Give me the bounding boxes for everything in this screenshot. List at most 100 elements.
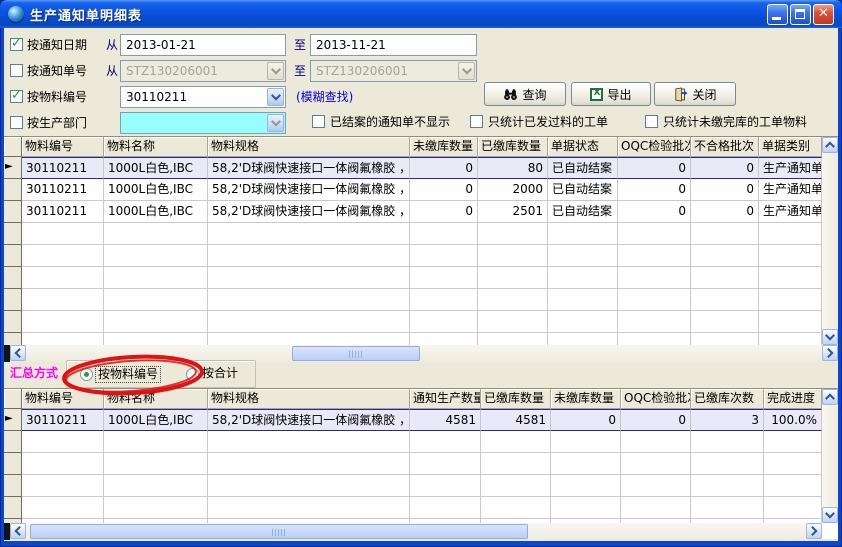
- table-row[interactable]: ►301102111000L白色,IBC58,2'D球阀快速接口一体阀氟橡胶 ，…: [4, 409, 822, 431]
- table-cell[interactable]: 生产通知单: [759, 201, 822, 223]
- empty-cell: [22, 289, 104, 311]
- table-cell[interactable]: 0: [691, 157, 759, 179]
- title-bar[interactable]: 生产通知单明细表: [0, 0, 842, 28]
- table-cell[interactable]: 2000: [478, 179, 548, 201]
- table-cell[interactable]: 0: [410, 201, 478, 223]
- column-header[interactable]: 已缴库数量: [481, 389, 551, 409]
- column-header[interactable]: 已缴库次数: [691, 389, 764, 409]
- table-cell[interactable]: 1000L白色,IBC: [104, 179, 208, 201]
- column-header[interactable]: 物料规格: [208, 137, 410, 157]
- column-header[interactable]: OQC检验批次: [621, 389, 691, 409]
- column-header[interactable]: 物料编号: [22, 137, 104, 157]
- by-material-checkbox[interactable]: [10, 90, 23, 103]
- column-header[interactable]: 完成进度: [764, 389, 822, 409]
- by-number-checkbox[interactable]: [10, 64, 23, 77]
- table-cell[interactable]: 0: [691, 179, 759, 201]
- column-header[interactable]: 物料规格: [208, 389, 410, 409]
- by-material-radio[interactable]: [80, 368, 93, 381]
- export-button[interactable]: 导出: [571, 82, 651, 106]
- scroll-right-button[interactable]: [822, 345, 838, 361]
- table-cell[interactable]: 30110211: [22, 157, 104, 179]
- table-cell[interactable]: 30110211: [22, 409, 104, 431]
- table-cell[interactable]: 3: [691, 409, 764, 431]
- column-header[interactable]: 物料编号: [22, 389, 104, 409]
- by-total-radio[interactable]: [186, 368, 199, 381]
- only-unfinished-checkbox[interactable]: [645, 115, 658, 128]
- close-button[interactable]: [813, 4, 834, 25]
- column-header[interactable]: 单据状态: [548, 137, 618, 157]
- table-row[interactable]: ►301102111000L白色,IBC58,2'D球阀快速接口一体阀氟橡胶 ，…: [4, 157, 822, 179]
- table-cell[interactable]: 30110211: [22, 201, 104, 223]
- maximize-button[interactable]: [790, 4, 811, 25]
- material-combo[interactable]: 30110211: [120, 86, 286, 108]
- table-cell[interactable]: 0: [410, 179, 478, 201]
- minimize-button[interactable]: [767, 4, 788, 25]
- table-cell[interactable]: 100.0%: [764, 409, 822, 431]
- hscroll-thumb[interactable]: [292, 346, 420, 361]
- table-cell[interactable]: 80: [478, 157, 548, 179]
- table-cell[interactable]: 0: [691, 201, 759, 223]
- column-header[interactable]: OQC检验批次: [618, 137, 691, 157]
- detail-vscrollbar[interactable]: [822, 137, 838, 345]
- table-cell[interactable]: 0: [551, 409, 621, 431]
- table-cell[interactable]: 1000L白色,IBC: [104, 201, 208, 223]
- department-combo[interactable]: [120, 112, 286, 134]
- table-cell[interactable]: 生产通知单: [759, 157, 822, 179]
- scroll-left-button[interactable]: [10, 345, 26, 361]
- column-header[interactable]: 不合格批次: [691, 137, 759, 157]
- scroll-up-button[interactable]: [822, 137, 838, 153]
- hide-closed-checkbox[interactable]: [312, 115, 325, 128]
- table-cell[interactable]: 1000L白色,IBC: [104, 409, 208, 431]
- date-from-input[interactable]: [120, 34, 286, 56]
- table-cell[interactable]: 58,2'D球阀快速接口一体阀氟橡胶 ，D: [208, 179, 410, 201]
- table-row[interactable]: 301102111000L白色,IBC58,2'D球阀快速接口一体阀氟橡胶 ，D…: [4, 201, 822, 223]
- hscroll-thumb[interactable]: [30, 524, 528, 539]
- column-header[interactable]: 物料名称: [104, 137, 208, 157]
- table-cell[interactable]: 58,2'D球阀快速接口一体阀氟橡胶 ，D: [208, 201, 410, 223]
- column-header[interactable]: 通知生产数量: [410, 389, 481, 409]
- table-cell[interactable]: 58,2'D球阀快速接口一体阀氟橡胶 ，D: [208, 157, 410, 179]
- by-total-radio-label[interactable]: 按合计: [202, 366, 238, 381]
- table-cell[interactable]: 1000L白色,IBC: [104, 157, 208, 179]
- export-button-label: 导出: [607, 86, 631, 103]
- table-cell[interactable]: 4581: [410, 409, 481, 431]
- close-window-button[interactable]: 关闭: [654, 82, 736, 106]
- table-row[interactable]: 301102111000L白色,IBC58,2'D球阀快速接口一体阀氟橡胶 ，D…: [4, 179, 822, 201]
- by-date-checkbox[interactable]: [10, 38, 23, 51]
- empty-cell: [548, 245, 618, 267]
- by-material-radio-label[interactable]: 按物料编号: [95, 366, 161, 383]
- table-cell[interactable]: 58,2'D球阀快速接口一体阀氟橡胶 ，D: [208, 409, 410, 431]
- summary-vscrollbar[interactable]: [822, 389, 838, 523]
- summary-hscrollbar[interactable]: [4, 523, 822, 540]
- date-to-input[interactable]: [310, 34, 477, 56]
- table-cell[interactable]: 0: [618, 201, 691, 223]
- empty-row: [4, 289, 822, 311]
- by-department-checkbox[interactable]: [10, 116, 23, 129]
- table-cell[interactable]: 0: [618, 157, 691, 179]
- table-cell[interactable]: 已自动结案: [548, 179, 618, 201]
- column-header[interactable]: 未缴库数量: [551, 389, 621, 409]
- chevron-down-icon[interactable]: [267, 88, 284, 106]
- table-cell[interactable]: 2501: [478, 201, 548, 223]
- column-header[interactable]: 单据类别: [759, 137, 822, 157]
- scroll-left-button[interactable]: [10, 523, 26, 539]
- scroll-down-button[interactable]: [822, 507, 838, 523]
- column-header[interactable]: 未缴库数量: [410, 137, 478, 157]
- table-cell[interactable]: 0: [621, 409, 691, 431]
- only-issued-checkbox[interactable]: [470, 115, 483, 128]
- scroll-right-button[interactable]: [806, 523, 822, 539]
- column-header[interactable]: 已缴库数量: [478, 137, 548, 157]
- table-cell[interactable]: 0: [410, 157, 478, 179]
- table-cell[interactable]: 4581: [481, 409, 551, 431]
- table-cell[interactable]: 已自动结案: [548, 157, 618, 179]
- table-cell[interactable]: 0: [618, 179, 691, 201]
- table-cell[interactable]: 已自动结案: [548, 201, 618, 223]
- scroll-down-button[interactable]: [822, 329, 838, 345]
- query-button[interactable]: 查询: [484, 82, 566, 106]
- chevron-down-icon: [267, 62, 284, 80]
- scroll-up-button[interactable]: [822, 389, 838, 405]
- table-cell[interactable]: 生产通知单: [759, 179, 822, 201]
- chevron-down-icon[interactable]: [267, 114, 284, 132]
- column-header[interactable]: 物料名称: [104, 389, 208, 409]
- table-cell[interactable]: 30110211: [22, 179, 104, 201]
